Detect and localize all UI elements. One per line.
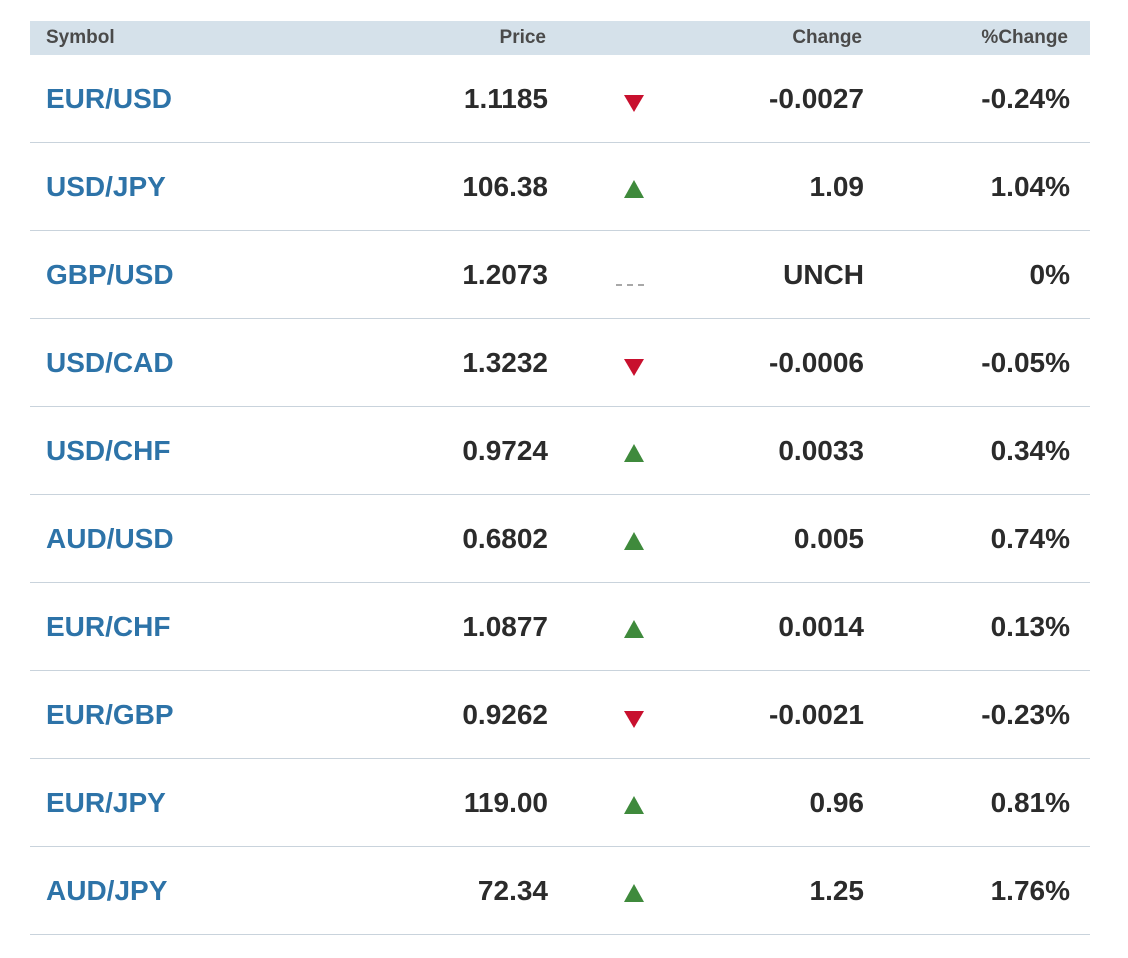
table-header: Symbol Price Change %Change <box>30 21 1090 55</box>
pct-change-value: -0.05% <box>981 347 1070 378</box>
pct-change-value: 0% <box>1029 259 1070 290</box>
pct-change-value: 0.74% <box>990 523 1070 554</box>
change-value: -0.0027 <box>769 83 864 114</box>
table-row: AUD/JPY 72.34 1.25 1.76% <box>30 847 1090 935</box>
symbol-link[interactable]: EUR/JPY <box>46 759 166 847</box>
table-row: EUR/GBP 0.9262 -0.0021 -0.23% <box>30 671 1090 759</box>
table-row: EUR/USD 1.1185 -0.0027 -0.24% <box>30 55 1090 143</box>
header-pct-change[interactable]: %Change <box>981 21 1068 55</box>
symbol-link[interactable]: EUR/USD <box>46 55 172 143</box>
change-value: -0.0006 <box>769 347 864 378</box>
price-value: 1.1185 <box>463 83 548 114</box>
pct-change-value: 0.13% <box>990 611 1070 642</box>
triangle-up-icon <box>624 620 644 638</box>
change-value: 1.25 <box>809 875 865 906</box>
pct-change-value: -0.24% <box>981 83 1070 114</box>
table-row: EUR/JPY 119.00 0.96 0.81% <box>30 759 1090 847</box>
price-value: 1.3232 <box>462 347 548 378</box>
symbol-link[interactable]: USD/CHF <box>46 407 170 495</box>
table-row: USD/JPY 106.38 1.09 1.04% <box>30 143 1090 231</box>
change-value: 0.005 <box>793 523 864 554</box>
change-value: 0.0033 <box>778 435 864 466</box>
change-value: -0.0021 <box>769 699 864 730</box>
triangle-up-icon <box>624 444 644 462</box>
triangle-up-icon <box>624 180 644 198</box>
triangle-down-icon <box>624 711 644 728</box>
price-value: 0.9262 <box>462 699 548 730</box>
price-value: 72.34 <box>477 875 548 906</box>
header-symbol[interactable]: Symbol <box>46 21 115 55</box>
table-row: AUD/USD 0.6802 0.005 0.74% <box>30 495 1090 583</box>
price-value: 0.6802 <box>462 523 548 554</box>
forex-quotes-table: Symbol Price Change %Change EUR/USD 1.118… <box>30 21 1090 935</box>
change-value: 0.96 <box>809 787 865 818</box>
price-value: 1.2073 <box>462 259 548 290</box>
price-value: 1.0877 <box>462 611 548 642</box>
table-row: GBP/USD 1.2073 UNCH 0% <box>30 231 1090 319</box>
pct-change-value: 0.34% <box>990 435 1070 466</box>
pct-change-value: 0.81% <box>990 787 1070 818</box>
triangle-up-icon <box>624 884 644 902</box>
triangle-up-icon <box>624 796 644 814</box>
pct-change-value: -0.23% <box>981 699 1070 730</box>
pct-change-value: 1.04% <box>990 171 1070 202</box>
symbol-link[interactable]: EUR/CHF <box>46 583 170 671</box>
table-row: EUR/CHF 1.0877 0.0014 0.13% <box>30 583 1090 671</box>
triangle-down-icon <box>624 95 644 112</box>
table-row: USD/CAD 1.3232 -0.0006 -0.05% <box>30 319 1090 407</box>
change-value: 0.0014 <box>778 611 864 642</box>
triangle-up-icon <box>624 532 644 550</box>
symbol-link[interactable]: EUR/GBP <box>46 671 174 759</box>
dashed-line-icon <box>616 284 644 286</box>
symbol-link[interactable]: USD/CAD <box>46 319 174 407</box>
header-price[interactable]: Price <box>500 21 546 55</box>
symbol-link[interactable]: AUD/JPY <box>46 847 167 935</box>
triangle-down-icon <box>624 359 644 376</box>
change-value: 1.09 <box>809 171 865 202</box>
price-value: 119.00 <box>463 787 548 818</box>
symbol-link[interactable]: USD/JPY <box>46 143 166 231</box>
price-value: 0.9724 <box>462 435 548 466</box>
table-row: USD/CHF 0.9724 0.0033 0.34% <box>30 407 1090 495</box>
pct-change-value: 1.76% <box>990 875 1070 906</box>
symbol-link[interactable]: GBP/USD <box>46 231 174 319</box>
price-value: 106.38 <box>462 171 548 202</box>
table-body: EUR/USD 1.1185 -0.0027 -0.24% USD/JPY 106.38 1… <box>30 55 1090 935</box>
symbol-link[interactable]: AUD/USD <box>46 495 174 583</box>
change-value: UNCH <box>783 259 864 290</box>
header-change[interactable]: Change <box>792 21 862 55</box>
